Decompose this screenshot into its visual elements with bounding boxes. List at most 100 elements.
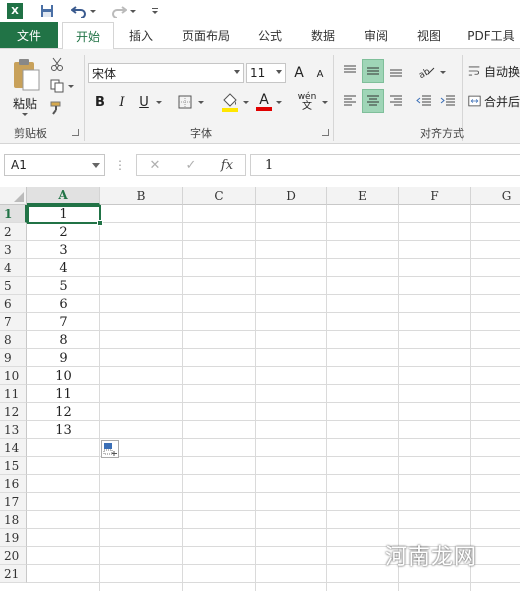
copy-icon[interactable] [48, 77, 66, 95]
column-header-d[interactable]: D [256, 187, 327, 205]
font-color-dropdown-icon[interactable] [276, 101, 282, 104]
grow-font-button[interactable]: A [290, 63, 308, 83]
formula-input[interactable]: 1 [250, 154, 520, 176]
italic-button[interactable]: I [114, 93, 130, 111]
row-header-2[interactable]: 2 [0, 223, 27, 241]
align-middle-icon[interactable] [362, 59, 384, 83]
row-header-17[interactable]: 17 [0, 493, 27, 511]
cell-a13[interactable]: 13 [28, 421, 99, 439]
column-header-b[interactable]: B [100, 187, 183, 205]
row-header-15[interactable]: 15 [0, 457, 27, 475]
font-launcher-icon[interactable] [322, 129, 329, 136]
row-header-9[interactable]: 9 [0, 349, 27, 367]
column-header-a[interactable]: A [27, 187, 100, 205]
decrease-indent-icon[interactable] [414, 91, 434, 111]
row-header-3[interactable]: 3 [0, 241, 27, 259]
fill-color-dropdown-icon[interactable] [243, 101, 249, 104]
name-box[interactable]: A1 [4, 154, 105, 176]
font-color-button[interactable]: A [255, 91, 273, 113]
splitter-dots-icon[interactable]: ⋮ [114, 158, 126, 172]
row-header-16[interactable]: 16 [0, 475, 27, 493]
paste-icon[interactable] [8, 57, 44, 93]
font-name-combo[interactable]: 宋体 [88, 63, 244, 83]
row-header-7[interactable]: 7 [0, 313, 27, 331]
row-header-5[interactable]: 5 [0, 277, 27, 295]
cell-a12[interactable]: 12 [28, 403, 99, 421]
align-bottom-icon[interactable] [386, 61, 406, 81]
worksheet-grid[interactable]: ABCDEFG 1 2 3 4 5 6 7 8 9 10 11 12 13 14 15 16 17 18 19 20 2… [0, 187, 520, 591]
copy-dropdown-icon[interactable] [68, 85, 74, 88]
paste-button[interactable]: 粘贴 [4, 95, 46, 111]
customize-qat-icon[interactable] [146, 2, 164, 20]
font-size-combo[interactable]: 11 [246, 63, 286, 83]
row-header-14[interactable]: 14 [0, 439, 27, 457]
column-header-c[interactable]: C [183, 187, 256, 205]
tab-formulas[interactable]: 公式 [250, 22, 290, 48]
cut-icon[interactable] [48, 55, 66, 73]
row-header-4[interactable]: 4 [0, 259, 27, 277]
bold-button[interactable]: B [92, 93, 108, 111]
orientation-dropdown-icon[interactable] [440, 71, 446, 74]
auto-fill-options-button[interactable] [101, 440, 119, 458]
cell-a4[interactable]: 4 [28, 259, 99, 277]
cell-a7[interactable]: 7 [28, 313, 99, 331]
cell-a5[interactable]: 5 [28, 277, 99, 295]
tab-insert[interactable]: 插入 [120, 22, 162, 48]
shrink-font-button[interactable]: A [312, 65, 328, 83]
underline-dropdown-icon[interactable] [156, 101, 162, 104]
row-header-11[interactable]: 11 [0, 385, 27, 403]
column-header-f[interactable]: F [399, 187, 471, 205]
cell-a11[interactable]: 11 [28, 385, 99, 403]
fill-color-icon[interactable] [220, 91, 240, 113]
align-left-icon[interactable] [340, 91, 360, 111]
cell-a9[interactable]: 9 [28, 349, 99, 367]
underline-button[interactable]: U [136, 93, 152, 111]
borders-icon[interactable] [176, 93, 194, 111]
row-header-1[interactable]: 1 [0, 205, 27, 223]
tab-review[interactable]: 审阅 [356, 22, 396, 48]
fill-handle[interactable] [97, 220, 103, 226]
row-header-21[interactable]: 21 [0, 565, 27, 583]
row-header-6[interactable]: 6 [0, 295, 27, 313]
increase-indent-icon[interactable] [438, 91, 458, 111]
clipboard-launcher-icon[interactable] [72, 129, 79, 136]
undo-dropdown-icon[interactable] [90, 9, 96, 13]
tab-home[interactable]: 开始 [62, 22, 114, 49]
tab-page-layout[interactable]: 页面布局 [174, 22, 238, 48]
wrap-text-button[interactable]: 自动换 [468, 61, 520, 81]
tab-pdf-tools[interactable]: PDF工具 [462, 22, 520, 48]
orientation-icon[interactable]: ab [416, 61, 438, 81]
cell-a3[interactable]: 3 [28, 241, 99, 259]
cell-a8[interactable]: 8 [28, 331, 99, 349]
tab-data[interactable]: 数据 [302, 22, 344, 48]
redo-icon[interactable] [110, 2, 128, 20]
insert-function-button[interactable]: fx [209, 155, 245, 175]
row-header-18[interactable]: 18 [0, 511, 27, 529]
row-header-10[interactable]: 10 [0, 367, 27, 385]
align-right-icon[interactable] [386, 91, 406, 111]
cell-a10[interactable]: 10 [28, 367, 99, 385]
format-painter-icon[interactable] [48, 99, 66, 117]
column-header-e[interactable]: E [327, 187, 399, 205]
tab-view[interactable]: 视图 [408, 22, 450, 48]
merge-center-button[interactable]: 合并后 [468, 91, 520, 111]
redo-dropdown-icon[interactable] [130, 9, 136, 13]
select-all-button[interactable] [0, 187, 27, 205]
row-header-13[interactable]: 13 [0, 421, 27, 439]
save-icon[interactable] [38, 2, 56, 20]
column-header-g[interactable]: G [471, 187, 520, 205]
tab-file[interactable]: 文件 [0, 22, 58, 48]
undo-icon[interactable] [70, 2, 88, 20]
align-top-icon[interactable] [340, 61, 360, 81]
cancel-icon[interactable]: ✕ [137, 155, 173, 175]
paste-dropdown-icon[interactable] [22, 113, 28, 116]
enter-icon[interactable]: ✓ [173, 155, 209, 175]
row-header-8[interactable]: 8 [0, 331, 27, 349]
row-header-19[interactable]: 19 [0, 529, 27, 547]
row-header-12[interactable]: 12 [0, 403, 27, 421]
borders-dropdown-icon[interactable] [198, 101, 204, 104]
cell-a6[interactable]: 6 [28, 295, 99, 313]
phonetic-guide-button[interactable]: wén 文 [294, 91, 320, 113]
phonetic-dropdown-icon[interactable] [322, 101, 328, 104]
align-center-icon[interactable] [362, 89, 384, 113]
